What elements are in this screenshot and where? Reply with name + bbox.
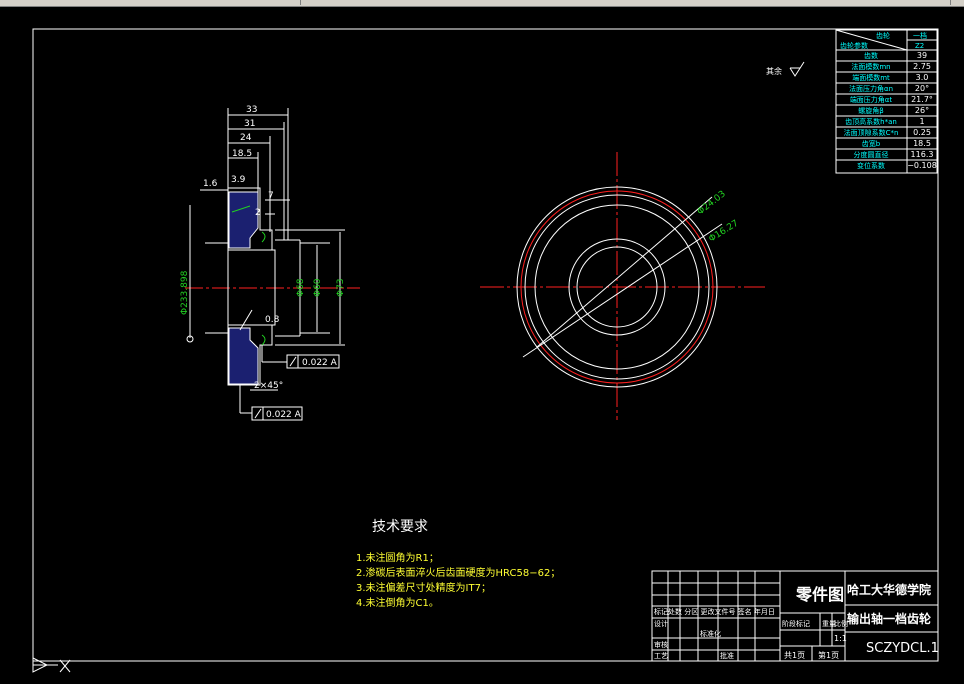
param-label: 法面模数mn — [851, 62, 890, 71]
param-label: 齿数 — [864, 51, 878, 60]
param-header-left: 齿轮参数 — [840, 41, 868, 50]
param-value: 0.25 — [913, 128, 931, 137]
school-name: 哈工大华德学院 — [847, 582, 931, 597]
param-label: 法面压力角αn — [849, 84, 893, 93]
stage-label: 阶段标记 — [782, 619, 810, 628]
dim-text-31: 31 — [244, 119, 255, 129]
total-pages: 共1页 — [784, 651, 805, 660]
dim-text-0-8: 0.8 — [265, 315, 280, 325]
param-value: 116.3 — [911, 150, 934, 159]
param-value: 21.7° — [911, 95, 933, 104]
tolerance-text-1: 0.022 A — [302, 358, 338, 368]
approve-label: 批准 — [720, 651, 734, 660]
param-value: 39 — [917, 51, 927, 60]
dim-text-phi73: Φ73 — [336, 278, 346, 297]
scale-value: 1:1 — [834, 634, 847, 643]
dim-text-phi1627: Φ16.27 — [707, 219, 740, 245]
scale-label: 比例 — [834, 619, 848, 628]
param-value: 3.0 — [916, 73, 929, 82]
param-label: 分度圆直径 — [854, 150, 889, 159]
title-block: 标记处数 分区 更改文件号 签名 年月日 设计 标准化 审核 工艺 批准 零件图… — [651, 570, 939, 662]
ucs-icon — [32, 657, 71, 673]
param-label: 齿顶高系数h*an — [845, 117, 897, 126]
fillet-arc — [261, 231, 266, 243]
param-value: −0.108 — [907, 161, 937, 170]
standard-label: 标准化 — [700, 629, 721, 638]
dim-text-2: 2 — [255, 208, 261, 218]
param-label: 变位系数 — [857, 161, 885, 170]
param-header-value-2: Z2 — [915, 42, 924, 50]
param-label: 螺旋角β — [858, 106, 883, 115]
roughness-label: 其余 — [766, 66, 782, 76]
note-item: 2.渗碳后表面淬火后齿面硬度为HRC58−62； — [356, 566, 560, 579]
notes-title: 技术要求 — [372, 519, 428, 535]
part-name: 输出轴一档齿轮 — [847, 611, 932, 626]
gear-parameter-table: 齿轮 齿轮参数 一档 Z2 齿数 39 法面模数mn 2.75 端面模数mt 3.0 法面压… — [835, 29, 938, 174]
design-label: 设计 — [654, 619, 668, 628]
param-value: 20° — [915, 84, 929, 93]
param-value: 26° — [915, 106, 929, 115]
dim-text-chamfer: 2×45° — [254, 381, 283, 391]
dim-text-phi68: Φ68 — [296, 278, 306, 297]
param-label: 端面模数mt — [852, 73, 890, 82]
hatch-region-top — [228, 191, 259, 249]
param-value: 18.5 — [913, 139, 931, 148]
dim-text-phi60: Φ60 — [313, 278, 323, 297]
hatch-region-bottom — [228, 327, 259, 385]
dim-text-33: 33 — [246, 105, 257, 115]
process-label: 工艺 — [654, 652, 668, 660]
param-label: 端面压力角αt — [850, 95, 893, 104]
fillet-arc — [261, 334, 266, 346]
tolerance-symbol-icon — [254, 408, 262, 419]
drawing-border — [32, 28, 939, 662]
page-number: 第1页 — [818, 650, 839, 660]
section-view: 33 31 24 18.5 3.9 1.6 7 2 0.8 2×45° 0.02… — [180, 105, 360, 421]
dim-text-24: 24 — [240, 133, 252, 143]
param-rows: 齿数 39 法面模数mn 2.75 端面模数mt 3.0 法面压力角αn 20° 端面压力角αt… — [836, 51, 937, 170]
drawing-type: 零件图 — [795, 585, 844, 604]
radius-leader-2 — [522, 223, 723, 358]
dim-text-phi-left: Φ233.898 — [180, 270, 190, 315]
drawing-code: SCZYDCL.1 — [866, 641, 939, 656]
radius-leader-1 — [536, 196, 713, 348]
dim-text-phi2403: Φ24.03 — [696, 189, 728, 217]
param-label: 法面顶隙系数C*n — [844, 128, 899, 137]
tolerance-text-2: 0.022 A — [266, 410, 302, 420]
note-item: 4.未注倒角为C1。 — [356, 596, 439, 609]
leader-line — [239, 309, 253, 331]
roughness-symbol-icon — [789, 61, 805, 77]
param-label: 齿宽b — [862, 139, 881, 148]
revision-row-label: 标记处数 分区 更改文件号 签名 年月日 — [654, 607, 775, 616]
param-header-top: 齿轮 — [876, 31, 890, 40]
dim-text-7: 7 — [268, 191, 274, 201]
param-value: 2.75 — [913, 62, 931, 71]
tolerance-symbol-icon — [289, 356, 297, 367]
dim-text-18-5: 18.5 — [232, 149, 252, 159]
dim-text-3-9: 3.9 — [231, 175, 246, 185]
review-label: 审核 — [654, 640, 668, 649]
dim-text-1-6: 1.6 — [203, 179, 218, 189]
cad-drawing-canvas[interactable]: 33 31 24 18.5 3.9 1.6 7 2 0.8 2×45° 0.02… — [0, 0, 964, 684]
technical-requirements: 技术要求 1.未注圆角为R1； 2.渗碳后表面淬火后齿面硬度为HRC58−62；… — [356, 519, 560, 609]
param-value: 1 — [919, 117, 924, 126]
note-item: 3.未注偏差尺寸处精度为IT7； — [356, 581, 491, 594]
front-view: Φ24.03 Φ16.27 — [480, 152, 765, 420]
note-item: 1.未注圆角为R1； — [356, 551, 439, 564]
param-header-value-1: 一档 — [913, 31, 927, 40]
